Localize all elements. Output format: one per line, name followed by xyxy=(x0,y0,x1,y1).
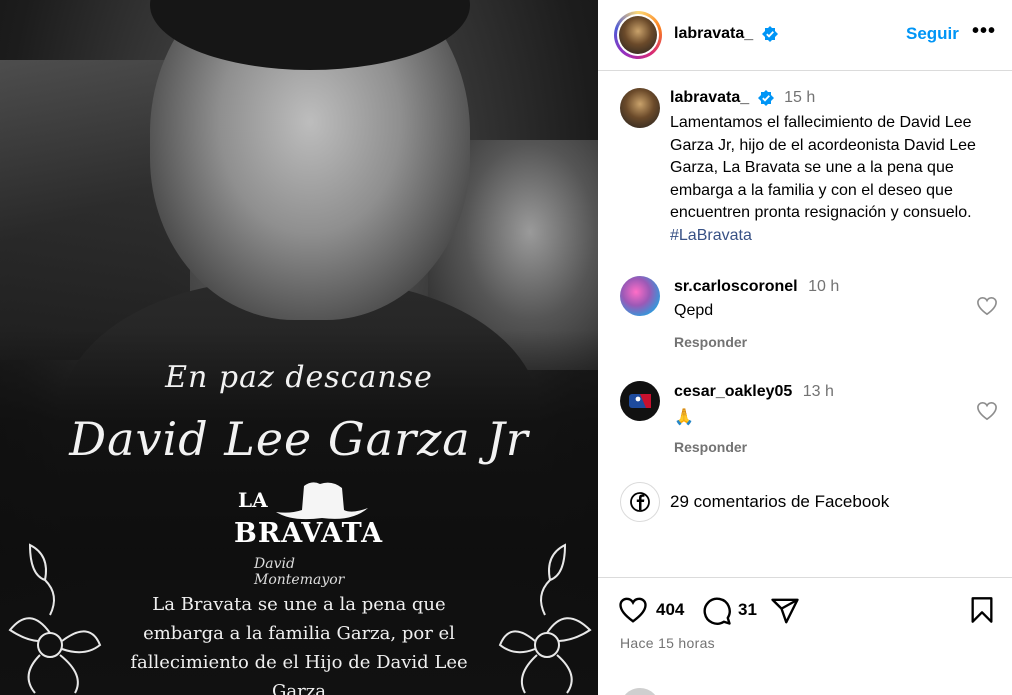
verified-badge-icon xyxy=(757,89,774,106)
share-send-icon[interactable] xyxy=(770,596,800,626)
caption-text: Lamentamos el fallecimiento de David Lee… xyxy=(670,114,976,222)
facebook-comments-link[interactable]: 29 comentarios de Facebook xyxy=(620,482,1000,522)
next-post-avatar xyxy=(620,688,660,695)
facebook-icon xyxy=(620,482,660,522)
comment-bubble-icon[interactable] xyxy=(702,596,732,626)
rip-subtitle: En paz descanse xyxy=(165,360,433,395)
caption-header: labravata_ 15 h xyxy=(670,89,815,107)
comment-username[interactable]: cesar_oakley05 xyxy=(674,383,792,400)
mlb-logo-icon xyxy=(629,394,651,408)
logo-la-text: LA xyxy=(238,488,268,512)
reply-button[interactable]: Responder xyxy=(674,334,747,350)
comment-item: sr.carloscoronel 10 h Qepd Responder xyxy=(598,276,1012,366)
reply-button[interactable]: Responder xyxy=(674,439,747,455)
comment-time: 10 h xyxy=(808,278,840,295)
header-user: labravata_ xyxy=(674,25,778,43)
la-bravata-logo: LA BRAVATA David Montemayor xyxy=(232,478,382,590)
post-header: labravata_ Seguir ••• xyxy=(598,0,1012,71)
comment-text: Qepd xyxy=(674,302,714,319)
caption-avatar[interactable] xyxy=(620,88,660,128)
comment-avatar[interactable] xyxy=(620,276,660,316)
comment-username[interactable]: sr.carloscoronel xyxy=(674,278,798,295)
like-heart-icon[interactable] xyxy=(618,596,648,624)
comment-count[interactable]: 31 xyxy=(738,600,757,620)
header-username[interactable]: labravata_ xyxy=(674,25,753,42)
caption-hashtag[interactable]: #LaBravata xyxy=(670,225,1004,248)
more-options-button[interactable]: ••• xyxy=(972,20,996,43)
header-avatar[interactable] xyxy=(614,11,662,59)
comment-item: cesar_oakley05 13 h 🙏 Responder xyxy=(598,381,1012,471)
post-image[interactable]: En paz descanse David Lee Garza Jr LA BR… xyxy=(0,0,598,695)
rip-message: La Bravata se une a la pena que embarga … xyxy=(130,594,468,695)
logo-signature-text: David Montemayor xyxy=(254,556,345,588)
post-timestamp[interactable]: Hace 15 horas xyxy=(620,635,715,651)
follow-button[interactable]: Seguir xyxy=(906,24,959,44)
comment-text: 🙏 xyxy=(674,409,694,426)
heart-icon[interactable] xyxy=(976,296,998,316)
logo-bravata-text: BRAVATA xyxy=(234,518,384,549)
comment-time: 13 h xyxy=(802,383,834,400)
rip-name: David Lee Garza Jr xyxy=(69,412,529,466)
comment-header: sr.carloscoronel 10 h xyxy=(674,278,839,296)
like-count[interactable]: 404 xyxy=(656,600,684,620)
verified-badge-icon xyxy=(761,25,778,42)
caption-username[interactable]: labravata_ xyxy=(670,89,749,106)
post-sidebar: labravata_ Seguir ••• labravata_ 15 h La… xyxy=(598,0,1012,695)
save-bookmark-icon[interactable] xyxy=(970,596,994,624)
comment-header: cesar_oakley05 13 h xyxy=(674,383,834,401)
flower-right-icon xyxy=(498,543,592,694)
flower-left-icon xyxy=(8,543,102,694)
caption-body: Lamentamos el fallecimiento de David Lee… xyxy=(670,112,1004,248)
heart-icon[interactable] xyxy=(976,401,998,421)
comment-avatar[interactable] xyxy=(620,381,660,421)
facebook-comments-label: 29 comentarios de Facebook xyxy=(670,492,890,511)
action-bar: 404 31 Hace 15 horas xyxy=(598,577,1012,695)
caption-time: 15 h xyxy=(784,89,816,106)
